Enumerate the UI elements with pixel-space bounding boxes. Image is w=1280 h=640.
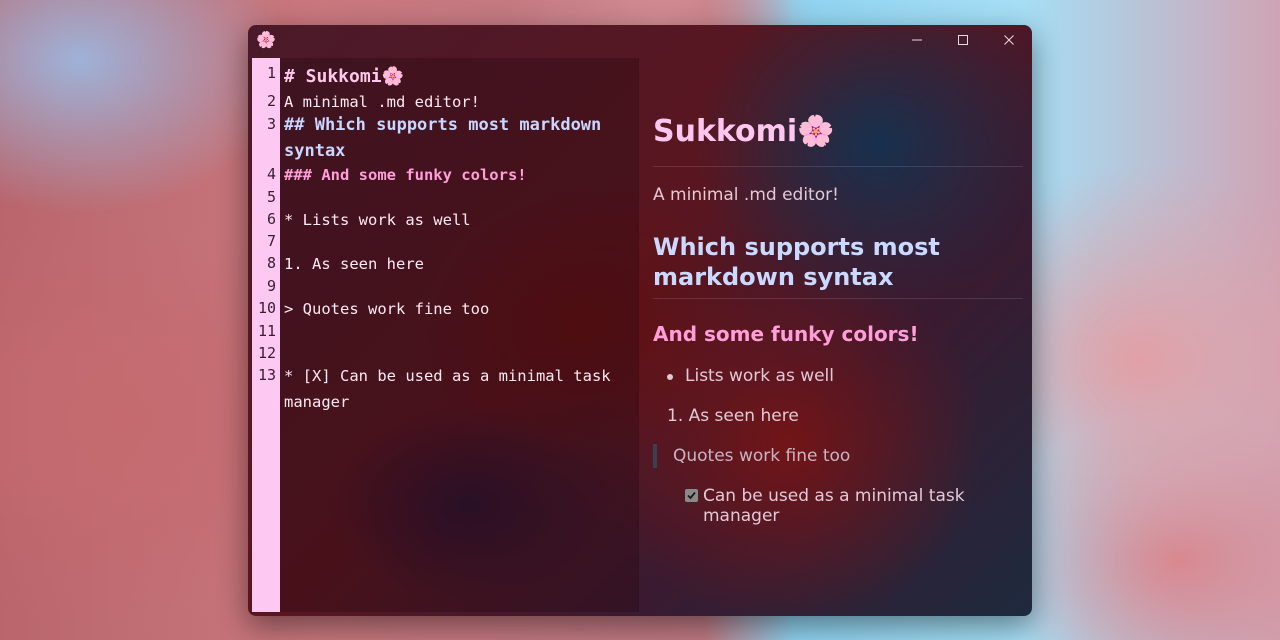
line-number: 1	[266, 64, 276, 82]
editor-line[interactable]: ## Which supports most markdown syntax	[284, 112, 614, 164]
line-number: 6	[266, 210, 276, 228]
editor-line[interactable]: * Lists work as well	[284, 207, 614, 233]
close-button[interactable]	[986, 25, 1032, 55]
preview-heading-2: Which supports most markdown syntax	[653, 233, 940, 291]
editor-line[interactable]: # Sukkomi🌸	[284, 64, 614, 90]
line-number: 11	[257, 322, 276, 340]
markdown-preview: Sukkomi🌸 A minimal .md editor! Which sup…	[638, 58, 1032, 612]
line-number: 10	[257, 299, 276, 317]
editor-line[interactable]: ### And some funky colors!	[284, 162, 614, 188]
cherry-blossom-app-icon: 🌸	[256, 30, 276, 49]
line-number-gutter: 1 2 3 4 5 6 7 8 9 10 11 12 13	[252, 58, 280, 612]
maximize-icon	[958, 35, 968, 45]
checkmark-icon	[687, 491, 696, 500]
title-bar[interactable]: 🌸	[248, 25, 1032, 57]
preview-task-label: Can be used as a minimal task manager	[703, 486, 965, 526]
line-number: 5	[266, 188, 276, 206]
preview-blockquote: Quotes work fine too	[673, 446, 851, 466]
minimize-button[interactable]	[894, 25, 940, 55]
editor-line[interactable]: > Quotes work fine too	[284, 296, 614, 322]
line-number: 2	[266, 92, 276, 110]
close-icon	[1004, 35, 1014, 45]
preview-heading-1: Sukkomi🌸	[653, 114, 835, 149]
preview-paragraph: A minimal .md editor!	[653, 185, 839, 205]
minimize-icon	[912, 39, 922, 41]
blockquote-bar	[653, 444, 657, 468]
preview-ordered-item: 1. As seen here	[667, 406, 799, 426]
bullet-icon	[667, 374, 673, 380]
line-number: 12	[257, 344, 276, 362]
preview-heading-3: And some funky colors!	[653, 322, 919, 346]
task-checkbox[interactable]	[685, 489, 698, 502]
editor-line[interactable]: 1. As seen here	[284, 251, 614, 277]
app-window: 🌸 1 2 3 4 5 6 7 8 9 10 11 12 13 # Sukkom…	[248, 25, 1032, 616]
heading-divider	[653, 166, 1023, 167]
maximize-button[interactable]	[940, 25, 986, 55]
line-number: 4	[266, 165, 276, 183]
line-number: 13	[257, 366, 276, 384]
line-number: 7	[266, 232, 276, 250]
line-number: 3	[266, 115, 276, 133]
markdown-editor[interactable]: 1 2 3 4 5 6 7 8 9 10 11 12 13 # Sukkomi🌸…	[252, 58, 638, 612]
line-number: 8	[266, 254, 276, 272]
editor-line[interactable]: * [X] Can be used as a minimal task mana…	[284, 363, 614, 415]
line-number: 9	[266, 277, 276, 295]
preview-list-item: Lists work as well	[685, 366, 835, 386]
heading-divider	[653, 298, 1023, 299]
